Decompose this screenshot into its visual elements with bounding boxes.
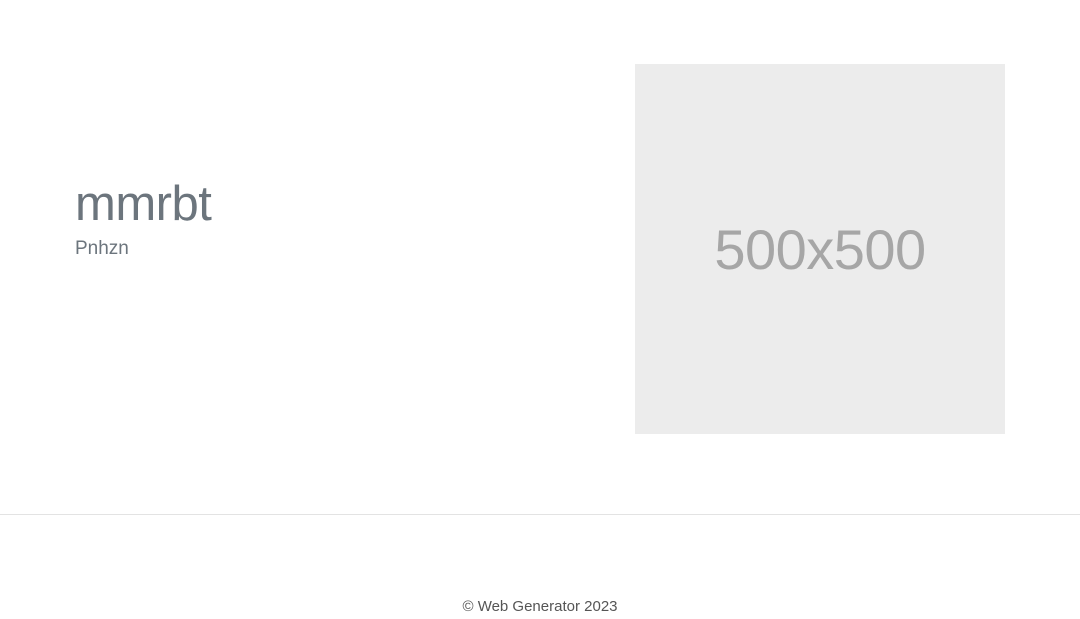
hero-text-block: mmrbt Pnhzn	[75, 176, 212, 261]
placeholder-image-label: 500x500	[714, 217, 926, 281]
hero-title: mmrbt	[75, 177, 212, 231]
placeholder-image: 500x500	[635, 64, 1005, 434]
hero-subtitle: Pnhzn	[75, 238, 129, 259]
copyright-text: © Web Generator 2023	[462, 598, 618, 615]
page: mmrbt Pnhzn 500x500 © Web Generator 2023	[0, 0, 1080, 619]
footer: © Web Generator 2023	[0, 515, 1080, 619]
hero-section: mmrbt Pnhzn 500x500	[0, 0, 1080, 514]
